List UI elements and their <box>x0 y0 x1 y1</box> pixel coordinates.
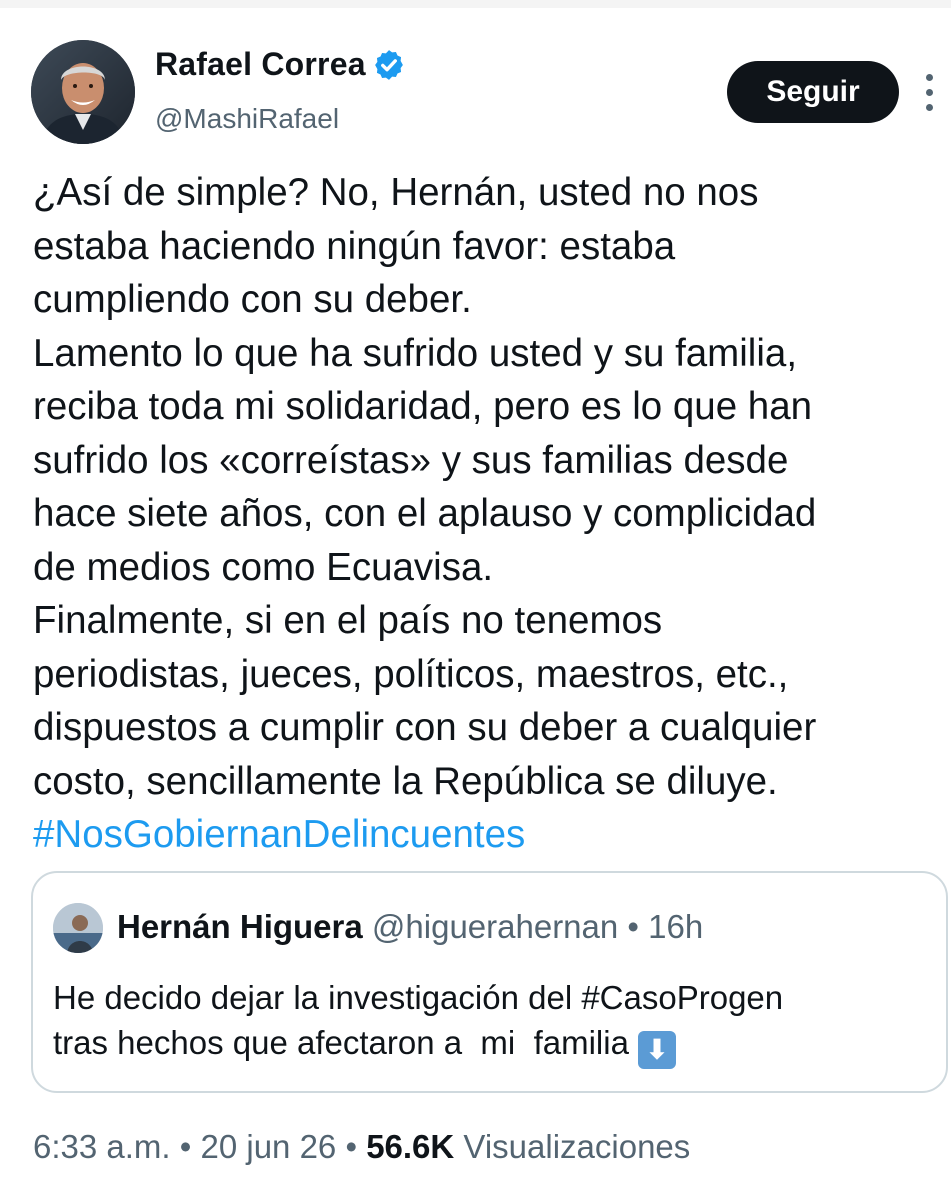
profile-photo-icon <box>53 903 103 953</box>
meta-separator: • <box>627 908 639 945</box>
more-dot <box>925 73 933 81</box>
author-avatar[interactable] <box>31 40 135 144</box>
quoted-text-line-content: tras hechos que afectaron a mi familia <box>53 1024 639 1061</box>
follow-button[interactable]: Seguir <box>727 61 899 123</box>
tweet-text-line: hace siete años, con el aplauso y compli… <box>33 492 817 535</box>
tweet-text-line: Lamento lo que ha sufrido usted y su fam… <box>33 331 798 375</box>
tweet-text-line: reciba toda mi solidaridad, pero es lo q… <box>33 385 813 428</box>
tweet-text-line: costo, sencillamente la República se dil… <box>33 759 778 803</box>
more-options-icon[interactable] <box>917 62 941 122</box>
meta-separator: • <box>345 1128 358 1165</box>
quoted-author-name[interactable]: Hernán Higuera <box>117 908 363 945</box>
profile-photo-icon <box>31 40 135 144</box>
verified-badge-icon <box>374 49 403 80</box>
tweet-text-line: sufrido los «correístas» y sus familias … <box>33 438 789 482</box>
author-name-row[interactable]: Rafael Correa <box>155 46 406 83</box>
quoted-author-avatar[interactable] <box>53 903 103 953</box>
tweet-text-line: estaba haciendo ningún favor: estaba <box>33 224 676 268</box>
tweet-date[interactable]: 20 jun 26 <box>200 1128 336 1165</box>
quoted-tweet-header: Hernán Higuera @higuerahernan • 16h <box>117 908 703 946</box>
top-band <box>0 0 951 8</box>
tweet-text-line: de medios como Ecuavisa. <box>33 545 494 589</box>
meta-separator: • <box>179 1128 192 1165</box>
more-dot <box>925 103 933 111</box>
tweet-text-line: Finalmente, si en el país no tenemos <box>33 599 663 642</box>
quoted-tweet-text: He decido dejar la investigación del #Ca… <box>53 975 943 1069</box>
views-label: Visualizaciones <box>463 1128 691 1165</box>
quoted-text-line: tras hechos que afectaron a mi familia ⬇ <box>53 1020 943 1069</box>
author-name[interactable]: Rafael Correa <box>155 46 366 83</box>
quoted-tweet-card[interactable]: Hernán Higuera @higuerahernan • 16h He d… <box>31 871 948 1093</box>
tweet-text-line: ¿Así de simple? No, Hernán, usted no nos <box>33 171 759 214</box>
tweet-text: ¿Así de simple? No, Hernán, usted no nos… <box>33 166 945 862</box>
views-count: 56.6K <box>366 1128 455 1165</box>
author-handle[interactable]: @MashiRafael <box>155 103 339 135</box>
tweet-time[interactable]: 6:33 a.m. <box>33 1128 171 1165</box>
hashtag-link[interactable]: #NosGobiernanDelincuentes <box>33 808 945 862</box>
tweet-text-line: cumpliendo con su deber. <box>33 278 472 321</box>
quoted-author-handle[interactable]: @higuerahernan <box>372 908 618 945</box>
down-arrow-emoji-icon: ⬇ <box>638 1031 677 1069</box>
more-dot <box>925 88 933 96</box>
tweet-text-line: dispuestos a cumplir con su deber a cual… <box>33 706 817 749</box>
tweet-footer-meta: 6:33 a.m. • 20 jun 26 • 56.6K Visualizac… <box>33 1128 690 1166</box>
tweet-text-line: periodistas, jueces, políticos, maestros… <box>33 652 789 696</box>
quoted-tweet-time[interactable]: 16h <box>648 908 703 945</box>
quoted-text-line: He decido dejar la investigación del #Ca… <box>53 979 784 1016</box>
